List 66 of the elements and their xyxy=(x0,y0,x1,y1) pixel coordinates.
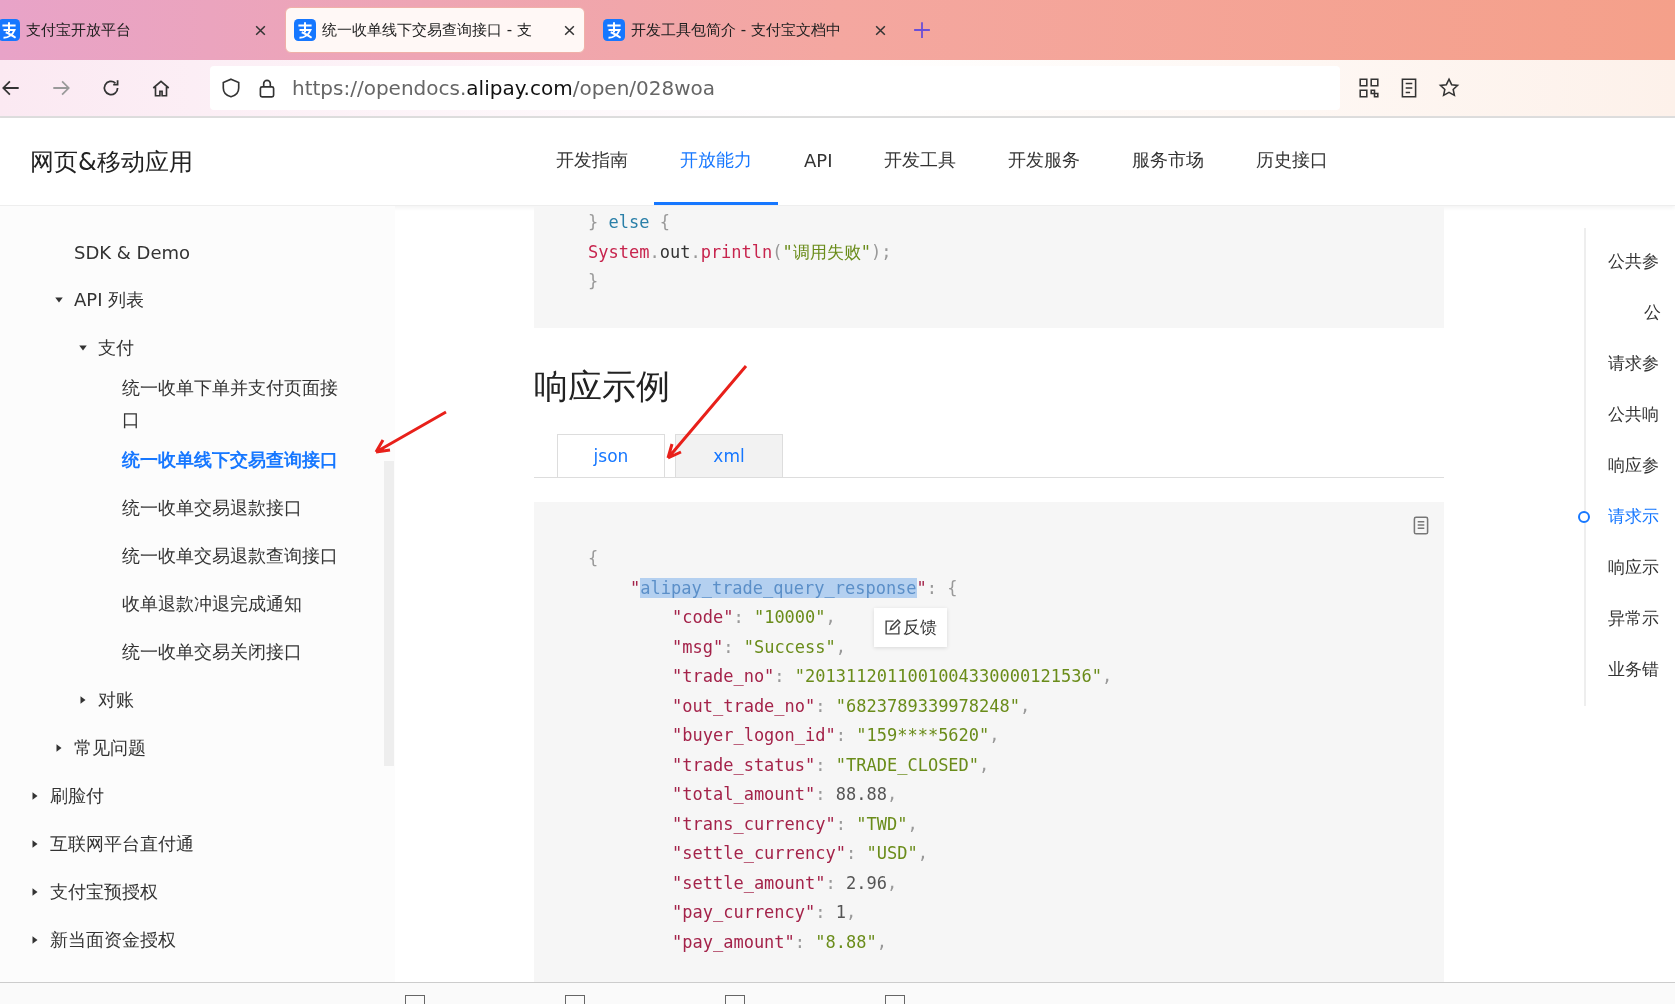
site-title: 网页&移动应用 xyxy=(30,146,194,178)
sidebar-item[interactable]: 统一收单下单并支付页面接口 xyxy=(122,372,347,436)
nav-tab[interactable]: API xyxy=(778,118,859,205)
sidebar-item[interactable]: 支付宝预授权 xyxy=(50,880,158,904)
caret-icon[interactable] xyxy=(78,695,88,705)
close-icon[interactable] xyxy=(563,23,576,37)
sidebar-item[interactable]: 新当面资金授权 xyxy=(50,928,176,952)
sidebar-item[interactable]: 对账 xyxy=(98,688,134,712)
shield-icon xyxy=(220,77,242,99)
toc-item[interactable]: 业务错 xyxy=(1608,658,1659,681)
close-icon[interactable] xyxy=(254,23,267,37)
address-bar[interactable]: https://opendocs.alipay.com/open/028woa xyxy=(210,66,1340,110)
browser-tab[interactable]: 开发工具包简介 - 支付宝文档中 xyxy=(595,7,895,53)
nav-tab[interactable]: 开发服务 xyxy=(982,118,1107,205)
sidebar-item[interactable]: 互联网平台直付通 xyxy=(50,832,194,856)
alipay-icon xyxy=(0,19,20,41)
toc-item[interactable]: 请求示 xyxy=(1608,505,1659,528)
sidebar-item[interactable]: 统一收单线下交易查询接口 xyxy=(122,448,338,472)
caret-icon[interactable] xyxy=(30,935,40,945)
browser-tab[interactable]: 支付宝开放平台 xyxy=(0,7,275,53)
caret-icon[interactable] xyxy=(54,743,64,753)
qr-code-icon[interactable] xyxy=(1358,77,1380,99)
toc-item[interactable]: 异常示 xyxy=(1608,607,1659,630)
caret-icon[interactable] xyxy=(30,791,40,801)
nav-tab[interactable]: 开发指南 xyxy=(530,118,654,205)
sidebar-item[interactable]: 刷脸付 xyxy=(50,784,104,808)
checkbox-icon[interactable] xyxy=(405,995,425,1004)
toc-item[interactable]: 公 xyxy=(1644,301,1661,324)
caret-icon[interactable] xyxy=(30,839,40,849)
url-text: https://opendocs.alipay.com/open/028woa xyxy=(292,76,716,100)
nav-tab[interactable]: 开发工具 xyxy=(858,118,983,205)
section-heading: 响应示例 xyxy=(534,365,671,408)
checkbox-icon[interactable] xyxy=(565,995,585,1004)
caret-icon[interactable] xyxy=(54,295,64,305)
code-block: } else { System.out.println("调用失败"); } xyxy=(534,206,1444,328)
code-tab[interactable]: json xyxy=(557,434,665,477)
sidebar-item[interactable]: API 列表 xyxy=(74,288,145,312)
sidebar-item[interactable]: 统一收单交易退款查询接口 xyxy=(122,544,338,568)
toc-item[interactable]: 公共参 xyxy=(1608,250,1659,273)
sidebar-item[interactable]: 支付 xyxy=(98,336,134,360)
browser-tab[interactable]: 统一收单线下交易查询接口 - 支 xyxy=(285,7,585,53)
active-dot-icon xyxy=(1578,510,1590,523)
checkbox-icon[interactable] xyxy=(725,995,745,1004)
sidebar-item[interactable]: SDK & Demo xyxy=(74,241,191,263)
alipay-icon xyxy=(294,19,316,41)
nav-tab[interactable]: 历史接口 xyxy=(1230,118,1355,205)
code-block: { "alipay_trade_query_response": { "code": "10000", "msg": "Success", "trade_no": "2013112011001004330000121536", "out_trade_no": "6823789339978248", "buyer_logon_id": "159****5620", "trade_status": "TRADE_CLOSED", "total_amount": 88.88, "trans_currency": "TWD", "settle_currency": "USD", "settle_amount": 2.96, "pay_currency": 1, "pay_amount": "8.88", 反馈 xyxy=(534,502,1444,982)
toc-item[interactable]: 公共响 xyxy=(1608,403,1659,426)
checkbox-icon[interactable] xyxy=(885,995,905,1004)
caret-icon[interactable] xyxy=(78,343,88,353)
caret-icon[interactable] xyxy=(30,887,40,897)
new-tab-icon[interactable] xyxy=(913,21,931,39)
sidebar-item[interactable]: 收单退款冲退完成通知 xyxy=(122,592,302,616)
toc-item[interactable]: 响应参 xyxy=(1608,454,1659,477)
code-tab[interactable]: xml xyxy=(675,434,783,477)
close-icon[interactable] xyxy=(874,23,887,37)
sidebar-item[interactable]: 统一收单交易关闭接口 xyxy=(122,640,302,664)
sidebar-item[interactable]: 统一收单交易退款接口 xyxy=(122,496,302,520)
edit-icon xyxy=(884,619,901,636)
nav-tab[interactable]: 服务市场 xyxy=(1106,118,1231,205)
star-icon[interactable] xyxy=(1438,77,1460,99)
feedback-button[interactable]: 反馈 xyxy=(874,608,947,647)
toc-item[interactable]: 响应示 xyxy=(1608,556,1659,579)
toc-item[interactable]: 请求参 xyxy=(1608,352,1659,375)
sidebar-item[interactable]: 常见问题 xyxy=(74,736,146,760)
alipay-icon xyxy=(603,19,625,41)
